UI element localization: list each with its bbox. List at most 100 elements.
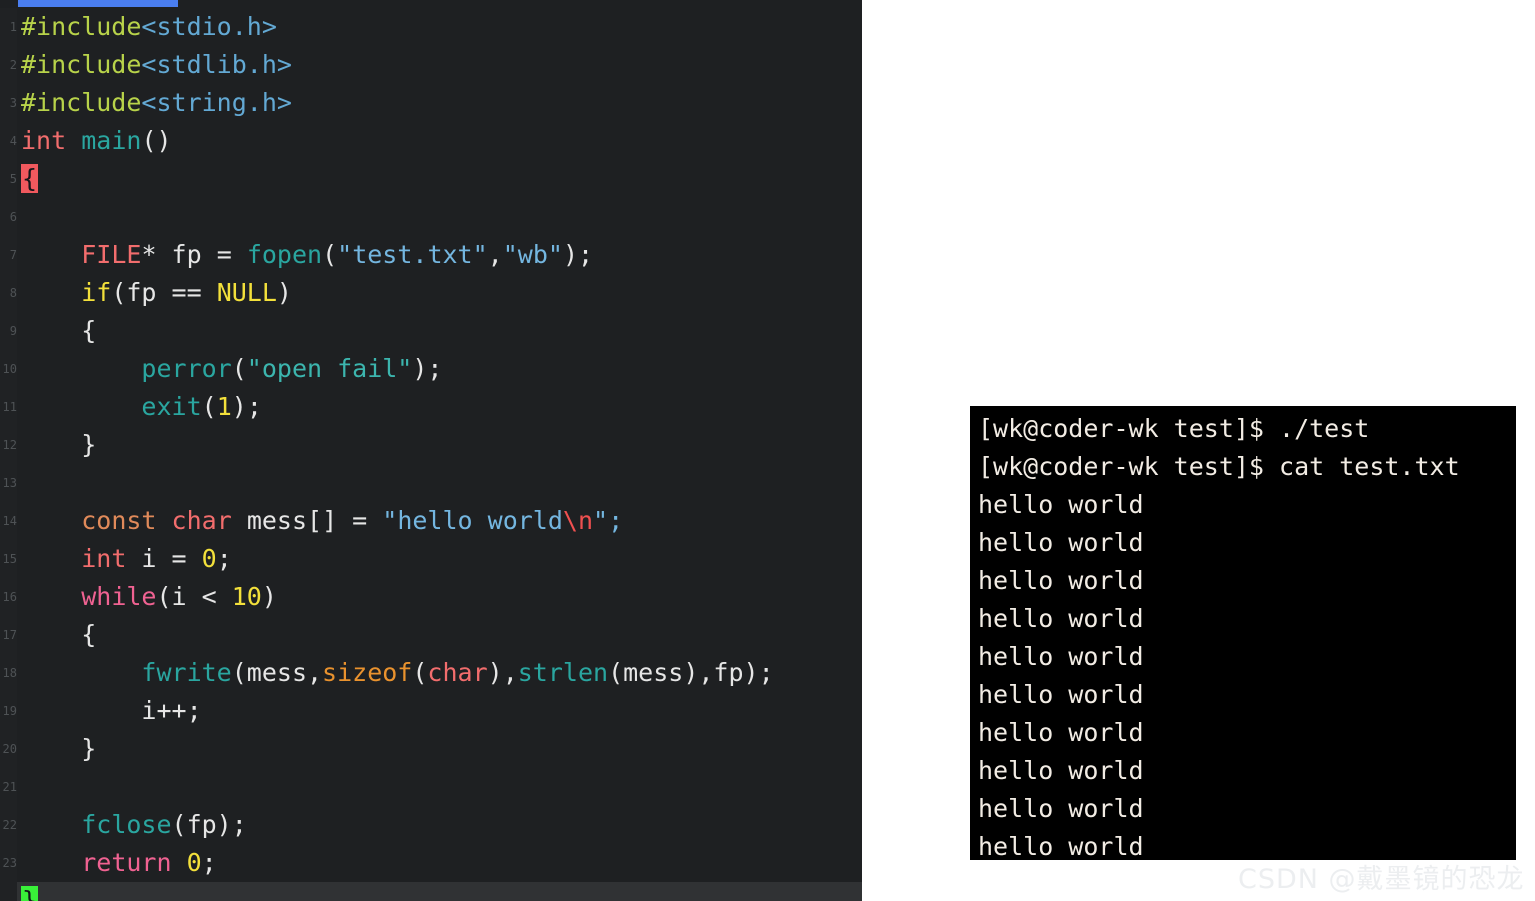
code-token: perror (141, 354, 232, 383)
code-token: } (21, 886, 39, 901)
line-number: 15 (2, 552, 17, 566)
code-line[interactable]: if(fp == NULL) (17, 274, 862, 312)
terminal-line: [wk@coder-wk test]$ ./test (978, 414, 1370, 443)
code-token: ) (276, 278, 292, 307)
code-token: #include (21, 12, 142, 41)
code-line[interactable]: #include<stdlib.h> (17, 46, 862, 84)
code-token: fopen (246, 240, 323, 269)
code-token: fwrite (141, 658, 232, 687)
terminal-line: hello world (978, 528, 1144, 557)
code-line[interactable]: } (17, 730, 862, 768)
line-number: 18 (2, 666, 17, 680)
code-token: ( (412, 658, 428, 687)
code-token: FILE (81, 240, 142, 269)
line-number: 12 (2, 438, 17, 452)
line-number: 23 (2, 856, 17, 870)
code-line[interactable]: { (17, 312, 862, 350)
line-number: 22 (2, 818, 17, 832)
terminal-line: hello world (978, 490, 1144, 519)
line-number: 7 (9, 248, 17, 262)
terminal-line: hello world (978, 680, 1144, 709)
code-token: 10 (231, 582, 262, 611)
code-token: ), (487, 658, 518, 687)
code-token: ); (231, 392, 262, 421)
code-token: int (81, 544, 127, 573)
code-line[interactable]: { (17, 160, 862, 198)
code-token: <stdlib.h> (141, 50, 292, 79)
code-token: "; (593, 506, 624, 535)
code-token: "open fail" (246, 354, 413, 383)
code-line[interactable]: i++; (17, 692, 862, 730)
code-token: fclose (81, 810, 172, 839)
code-token: <stdio.h> (141, 12, 277, 41)
code-line[interactable] (17, 768, 862, 806)
code-token: ( (322, 240, 338, 269)
code-text-area[interactable]: #include<stdio.h> #include<stdlib.h> #incl… (17, 8, 862, 901)
code-token: char (171, 506, 232, 535)
line-number: 8 (9, 286, 17, 300)
line-number: 6 (9, 210, 17, 224)
code-token: ; (216, 544, 232, 573)
code-line[interactable]: } (17, 882, 862, 901)
editor-tab-bar[interactable] (0, 0, 862, 8)
code-token: 0 (186, 848, 202, 877)
code-line[interactable]: exit(1); (17, 388, 862, 426)
code-token: #include (21, 88, 142, 117)
code-token: ); (562, 240, 594, 269)
terminal-line: hello world (978, 756, 1144, 785)
line-number-gutter: 1 2 3 4 5 6 7 8 9 10 11 12 13 14 15 16 17 18 19 20 21 22 23 (0, 8, 17, 901)
terminal-line: hello world (978, 832, 1144, 860)
line-number: 4 (9, 134, 17, 148)
line-number: 5 (9, 172, 17, 186)
code-line[interactable]: { (17, 616, 862, 654)
code-line[interactable] (17, 464, 862, 502)
line-number: 20 (2, 742, 17, 756)
code-token: () (141, 126, 172, 155)
code-line[interactable]: perror("open fail"); (17, 350, 862, 388)
code-token: sizeof (322, 658, 413, 687)
code-line[interactable]: } (17, 426, 862, 464)
code-token: mess[] = (231, 506, 383, 535)
code-line[interactable]: while(i < 10) (17, 578, 862, 616)
line-number: 19 (2, 704, 17, 718)
code-line[interactable]: const char mess[] = "hello world\n"; (17, 502, 862, 540)
csdn-watermark: CSDN @戴墨镜的恐龙 (1238, 864, 1525, 895)
code-token: { (21, 316, 97, 345)
line-number: 11 (2, 400, 17, 414)
code-line[interactable]: #include<stdio.h> (17, 8, 862, 46)
terminal-line: [wk@coder-wk test]$ cat test.txt (978, 452, 1460, 481)
code-token: (mess, (231, 658, 323, 687)
code-line[interactable]: fwrite(mess,sizeof(char),strlen(mess),fp… (17, 654, 862, 692)
code-line[interactable]: FILE* fp = fopen("test.txt","wb"); (17, 236, 862, 274)
code-token: exit (141, 392, 202, 421)
code-token: { (21, 164, 39, 193)
code-line[interactable]: return 0; (17, 844, 862, 882)
terminal-line: hello world (978, 794, 1144, 823)
code-line[interactable] (17, 198, 862, 236)
code-line[interactable]: fclose(fp); (17, 806, 862, 844)
terminal-window[interactable]: [wk@coder-wk test]$ ./test [wk@coder-wk t… (970, 406, 1516, 860)
line-number: 1 (9, 20, 17, 34)
code-line[interactable]: int i = 0; (17, 540, 862, 578)
code-token: { (21, 620, 97, 649)
line-number: 17 (2, 628, 17, 642)
code-token: 0 (201, 544, 217, 573)
code-line[interactable]: #include<string.h> (17, 84, 862, 122)
line-number: 21 (2, 780, 17, 794)
terminal-line: hello world (978, 642, 1144, 671)
code-token: 1 (216, 392, 232, 421)
code-editor-panel[interactable]: 1 2 3 4 5 6 7 8 9 10 11 12 13 14 15 16 17 18 19 20 21 22 23 #i… (0, 0, 862, 901)
code-line[interactable]: int main() (17, 122, 862, 160)
code-token: } (21, 430, 97, 459)
line-number: 9 (9, 324, 17, 338)
code-token: ); (412, 354, 443, 383)
code-token: , (487, 240, 503, 269)
code-token: "test.txt" (337, 240, 488, 269)
